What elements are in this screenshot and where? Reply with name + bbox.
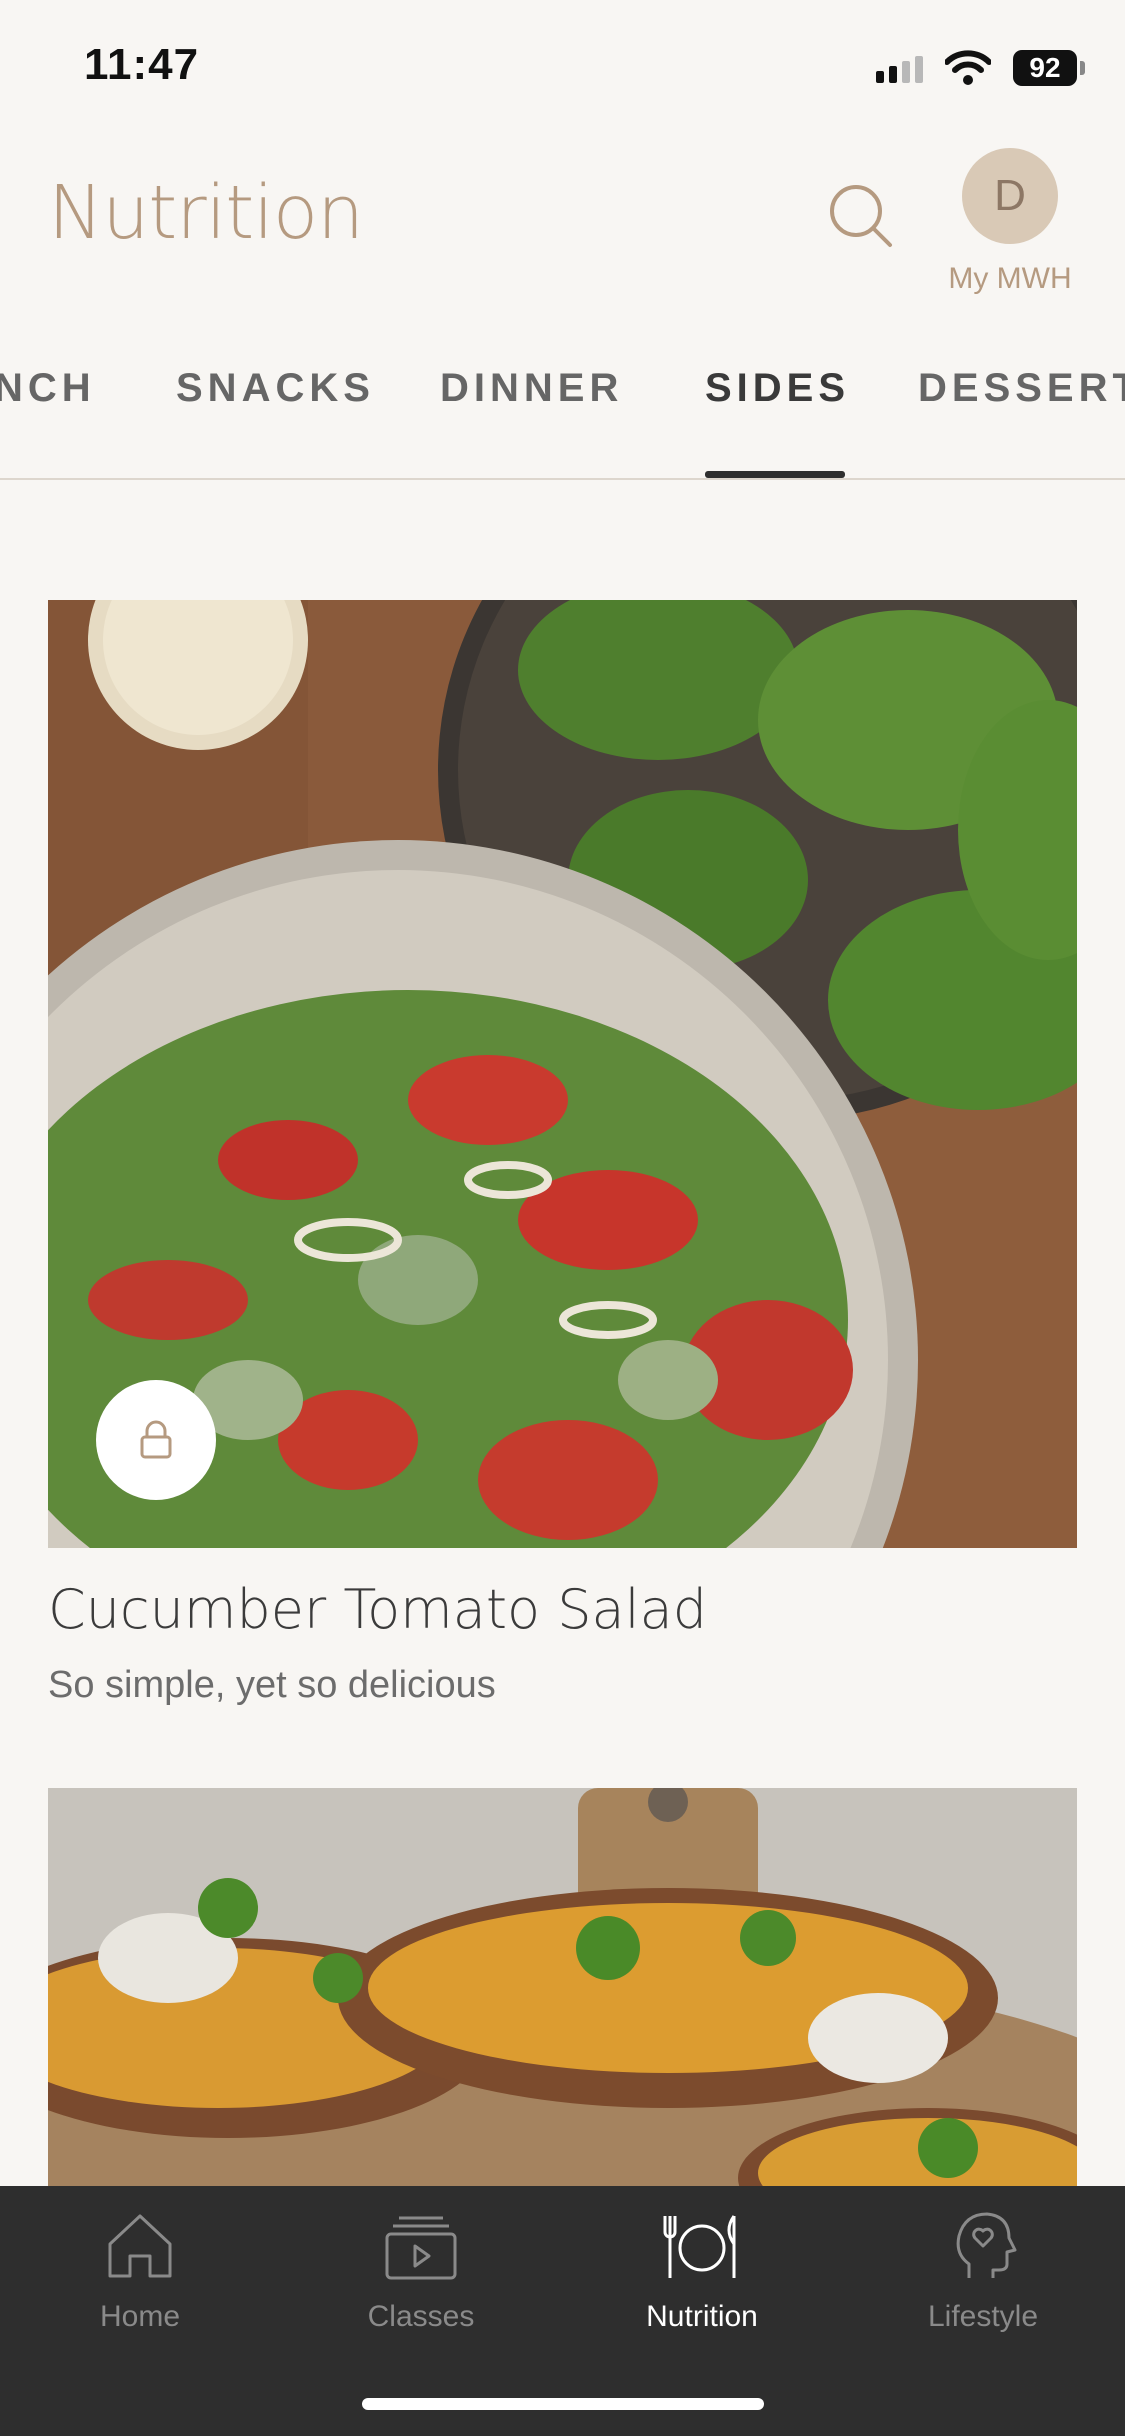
lifestyle-icon <box>956 2212 1017 2278</box>
category-tabs: NCH SNACKS DINNER SIDES DESSERT <box>0 340 1125 480</box>
battery-level: 92 <box>1013 50 1077 86</box>
tab-dessert[interactable]: DESSERT <box>918 366 1125 411</box>
home-icon <box>108 2214 172 2278</box>
lock-badge <box>96 1380 216 1500</box>
nav-classes-label: Classes <box>367 2300 475 2333</box>
nav-nutrition[interactable]: Nutrition <box>572 2206 832 2366</box>
nav-lifestyle[interactable]: Lifestyle <box>853 2206 1113 2366</box>
nav-home-label: Home <box>99 2300 181 2333</box>
page-title: Nutrition <box>48 170 364 256</box>
nav-nutrition-label: Nutrition <box>646 2300 758 2333</box>
status-time: 11:47 <box>84 40 200 89</box>
cellular-signal-icon <box>876 53 923 83</box>
recipe-image[interactable] <box>48 600 1077 1548</box>
recipe-image[interactable] <box>48 1788 1077 2188</box>
search-button[interactable] <box>820 175 900 255</box>
search-icon <box>830 185 892 247</box>
wifi-icon <box>945 50 991 85</box>
status-bar: 11:47 92 <box>0 0 1125 140</box>
nav-lifestyle-label: Lifestyle <box>927 2300 1039 2333</box>
recipe-title[interactable]: Cucumber Tomato Salad <box>48 1578 707 1641</box>
active-tab-indicator <box>705 471 845 478</box>
nav-home[interactable]: Home <box>10 2206 270 2366</box>
recipe-subtitle: So simple, yet so delicious <box>48 1664 496 1706</box>
tab-snacks[interactable]: SNACKS <box>176 366 375 411</box>
nutrition-icon <box>663 2215 736 2278</box>
tab-sides[interactable]: SIDES <box>705 366 850 411</box>
home-indicator <box>362 2398 764 2410</box>
tab-dinner[interactable]: DINNER <box>440 366 623 411</box>
sweet-potato-photo <box>48 1788 1077 2188</box>
status-icons: 92 <box>876 46 1085 90</box>
battery-icon: 92 <box>1013 50 1085 86</box>
avatar-label[interactable]: My MWH <box>930 262 1090 296</box>
classes-icon <box>385 2216 457 2280</box>
nav-classes[interactable]: Classes <box>291 2206 551 2366</box>
lock-icon <box>140 1420 172 1459</box>
avatar[interactable]: D <box>962 148 1058 244</box>
tab-lunch[interactable]: NCH <box>0 366 96 411</box>
